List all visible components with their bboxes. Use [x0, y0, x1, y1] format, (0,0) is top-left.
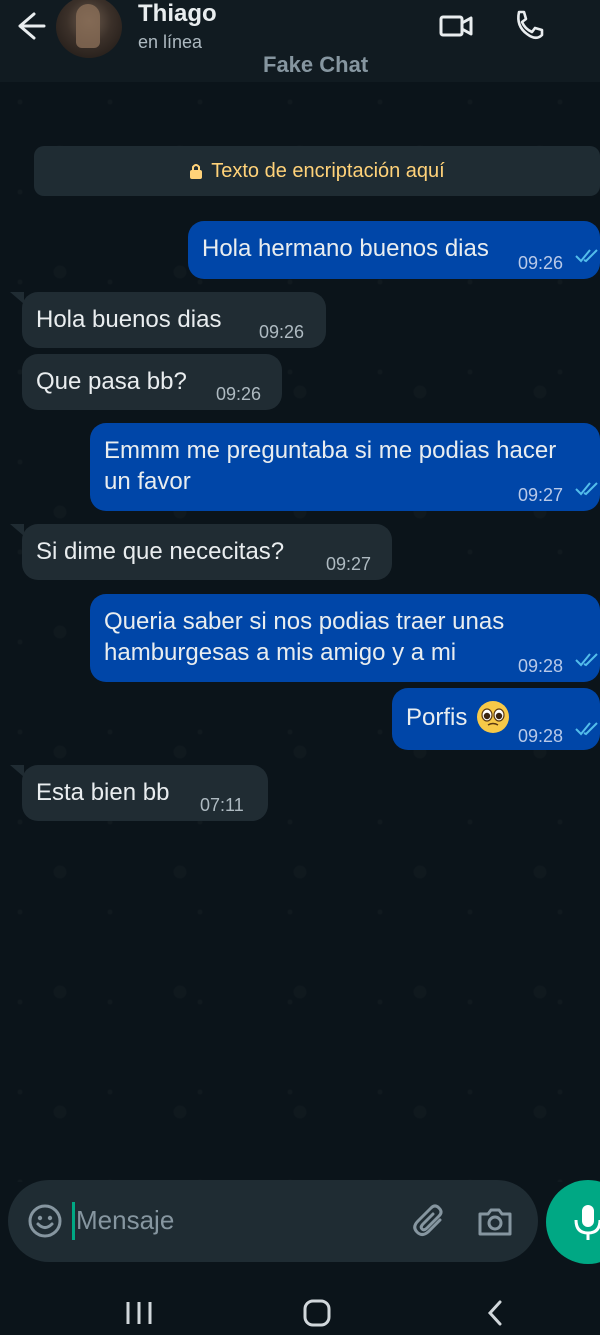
message-text-line1: Emmm me preguntaba si me podias hacer: [104, 437, 557, 464]
read-ticks-icon: [575, 653, 598, 667]
attach-icon[interactable]: [411, 1203, 449, 1241]
read-ticks-icon: [575, 249, 598, 263]
text-cursor: [72, 1202, 75, 1240]
nav-home-icon[interactable]: [300, 1296, 334, 1330]
video-icon[interactable]: [438, 8, 474, 44]
message-text: Si dime que nececitas?: [36, 538, 285, 565]
emoji-icon[interactable]: [27, 1203, 63, 1239]
encryption-text: Texto de encriptación aquí: [211, 159, 445, 182]
message-incoming[interactable]: Esta bien bb 07:11: [22, 765, 268, 821]
message-text: Hola hermano buenos dias: [202, 235, 489, 262]
message-time: 07:11: [200, 795, 244, 815]
contact-status: en línea: [138, 32, 203, 52]
message-text-line2: un favor: [104, 468, 191, 495]
more-vert-icon[interactable]: [586, 8, 600, 44]
nav-back-icon[interactable]: [479, 1296, 513, 1330]
chat-header: Thiago en línea Fake Chat: [0, 0, 600, 82]
message-incoming[interactable]: Si dime que nececitas? 09:27: [22, 524, 392, 580]
message-text: Que pasa bb?: [36, 368, 187, 395]
lock-icon: [190, 164, 203, 179]
mic-icon: [574, 1205, 600, 1240]
message-outgoing[interactable]: Queria saber si nos podias traer unas ha…: [90, 594, 600, 682]
message-text-line2: hamburgesas a mis amigo y a mi: [104, 639, 457, 666]
nav-recent-icon[interactable]: [122, 1296, 156, 1330]
message-outgoing[interactable]: Emmm me preguntaba si me podias hacer un…: [90, 423, 600, 511]
contact-name[interactable]: Thiago: [138, 0, 217, 28]
message-text-line1: Queria saber si nos podias traer unas: [104, 608, 505, 635]
message-time: 09:27: [326, 554, 372, 574]
read-ticks-icon: [575, 482, 598, 496]
message-time: 09:26: [259, 322, 305, 342]
message-time: 09:28: [518, 656, 564, 676]
read-ticks-icon: [575, 722, 598, 736]
chat-subtitle: Fake Chat: [263, 52, 369, 77]
phone-icon[interactable]: [510, 8, 546, 44]
message-time: 09:28: [518, 726, 564, 746]
contact-avatar[interactable]: [56, 0, 122, 58]
message-time: 09:27: [518, 485, 564, 505]
message-input[interactable]: Mensaje: [76, 1205, 174, 1236]
message-text: Porfis: [406, 704, 468, 731]
message-outgoing[interactable]: Porfis 09:28: [392, 688, 600, 750]
camera-icon[interactable]: [476, 1203, 514, 1241]
message-outgoing[interactable]: Hola hermano buenos dias 09:26: [188, 221, 600, 279]
back-arrow-icon[interactable]: [10, 8, 46, 44]
mic-button[interactable]: [546, 1180, 600, 1264]
message-time: 09:26: [216, 384, 262, 404]
message-incoming[interactable]: Hola buenos dias 09:26: [22, 292, 326, 348]
encryption-notice[interactable]: Texto de encriptación aquí: [34, 146, 600, 196]
message-text: Hola buenos dias: [36, 306, 222, 333]
pleading-face-icon: [477, 701, 509, 733]
message-incoming[interactable]: Que pasa bb? 09:26: [22, 354, 282, 410]
message-text: Esta bien bb: [36, 779, 170, 806]
message-time: 09:26: [518, 253, 564, 273]
